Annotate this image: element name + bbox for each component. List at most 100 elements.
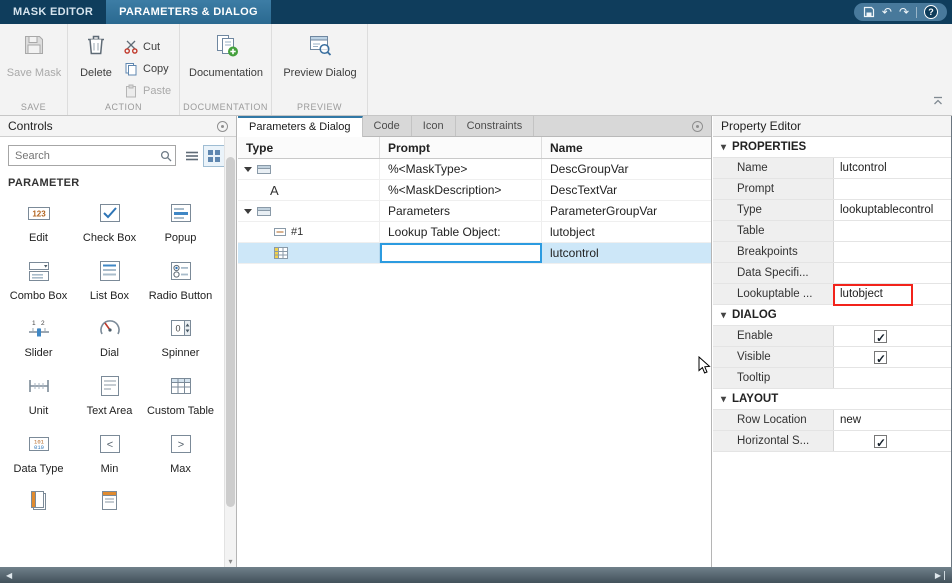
tab-icon[interactable]: Icon [412,116,456,136]
prop-row-row-location[interactable]: Row Location new [713,410,951,431]
name-cell[interactable]: lutobject [542,222,711,242]
delete-button[interactable]: Delete [72,32,120,79]
prompt-cell[interactable]: Lookup Table Object: [380,222,542,242]
control-container-2[interactable] [76,488,144,517]
tree-row-desc-text[interactable]: A %<MaskDescription> DescTextVar [238,180,711,201]
copy-button[interactable]: Copy [124,60,169,77]
documentation-label: Documentation [189,67,263,79]
control-radio-button[interactable]: Radio Button [147,258,215,303]
name-cell[interactable]: lutcontrol [542,243,711,263]
control-data-type[interactable]: 101010 Data Type [5,431,73,476]
prompt-cell[interactable]: Parameters [380,201,542,221]
prop-row-prompt[interactable]: Prompt [713,179,951,200]
scrollbar-thumb[interactable] [226,157,235,507]
prop-row-enable[interactable]: Enable [713,326,951,347]
expand-right-panel-control[interactable]: ▶ [935,571,945,580]
list-box-icon [97,258,123,287]
panel-options-icon[interactable] [692,121,703,132]
save-icon[interactable] [863,6,875,18]
column-header-type[interactable]: Type [238,137,380,158]
cut-icon [124,40,138,54]
prop-row-tooltip[interactable]: Tooltip [713,368,951,389]
prop-value-data-specification[interactable] [834,263,951,283]
prop-value-prompt[interactable] [834,179,951,199]
expander-icon[interactable] [244,167,252,172]
redo-icon[interactable]: ↷ [899,3,909,21]
control-max[interactable]: > Max [147,431,215,476]
section-properties[interactable]: ▾ PROPERTIES [713,137,951,158]
prop-row-name[interactable]: Name lutcontrol [713,158,951,179]
tree-row-lutobject[interactable]: #1 Lookup Table Object: lutobject [238,222,711,243]
prop-value-table[interactable] [834,221,951,241]
prop-value-breakpoints[interactable] [834,242,951,262]
preview-dialog-button[interactable]: Preview Dialog [276,32,364,79]
expander-icon[interactable] [244,209,252,214]
prop-row-visible[interactable]: Visible [713,347,951,368]
tree-row-parameter-group[interactable]: Parameters ParameterGroupVar [238,201,711,222]
help-icon[interactable]: ? [924,5,938,19]
prop-row-table[interactable]: Table [713,221,951,242]
control-check-box[interactable]: Check Box [76,200,144,245]
prompt-cell[interactable]: %<MaskType> [380,159,542,179]
tab-parameters-and-dialog[interactable]: PARAMETERS & DIALOG [106,0,271,24]
control-edit[interactable]: 123 Edit [5,200,73,245]
control-min[interactable]: < Min [76,431,144,476]
prop-row-lookuptable[interactable]: Lookuptable ... lutobject [713,284,951,305]
panel-options-icon[interactable] [217,121,228,132]
tab-code[interactable]: Code [363,116,412,136]
tab-mask-editor[interactable]: MASK EDITOR [0,0,106,24]
prop-row-breakpoints[interactable]: Breakpoints [713,242,951,263]
section-dialog[interactable]: ▾ DIALOG [713,305,951,326]
column-header-name[interactable]: Name [542,137,711,158]
name-cell[interactable]: DescGroupVar [542,159,711,179]
undo-icon[interactable]: ↶ [882,3,892,21]
section-layout[interactable]: ▾ LAYOUT [713,389,951,410]
tree-row-desc-group[interactable]: %<MaskType> DescGroupVar [238,159,711,180]
prop-row-data-specification[interactable]: Data Specifi... [713,263,951,284]
list-view-icon[interactable] [185,150,199,162]
tree-row-lutcontrol[interactable]: lutcontrol [238,243,711,264]
tab-constraints[interactable]: Constraints [456,116,535,136]
control-container-1[interactable] [5,488,73,517]
name-cell[interactable]: DescTextVar [542,180,711,200]
prop-row-type[interactable]: Type lookuptablecontrol [713,200,951,221]
prop-value-row-location[interactable]: new [834,410,951,430]
control-dial[interactable]: Dial [76,315,144,360]
tab-parameters-dialog[interactable]: Parameters & Dialog [238,116,363,137]
control-popup[interactable]: Popup [147,200,215,245]
grid-view-icon[interactable] [203,145,225,167]
paste-icon [124,84,138,98]
slider-icon: 12 [26,315,52,344]
collapse-ribbon-icon[interactable] [932,95,944,109]
control-slider[interactable]: 12 Slider [5,315,73,360]
collapse-left-panel-icon[interactable]: ◀ [6,571,12,580]
property-editor-header: Property Editor [713,116,951,137]
controls-scrollbar[interactable]: ▾ [224,137,236,567]
cut-button[interactable]: Cut [124,38,160,55]
horizontal-stretch-checkbox[interactable] [874,435,887,448]
control-custom-table[interactable]: Custom Table [147,373,215,418]
control-spinner[interactable]: 0 Spinner [147,315,215,360]
collapse-icon: ▾ [721,394,726,405]
control-list-box[interactable]: List Box [76,258,144,303]
preview-dialog-label: Preview Dialog [283,67,356,79]
prop-value-name[interactable]: lutcontrol [834,158,951,178]
prop-value-tooltip[interactable] [834,368,951,388]
visible-checkbox[interactable] [874,351,887,364]
column-header-prompt[interactable]: Prompt [380,137,542,158]
control-text-area[interactable]: Text Area [76,373,144,418]
paste-button[interactable]: Paste [124,82,171,99]
save-mask-button[interactable]: Save Mask [2,32,66,79]
scroll-down-icon[interactable]: ▾ [225,557,236,566]
prompt-cell-editing[interactable] [380,243,542,263]
name-cell[interactable]: ParameterGroupVar [542,201,711,221]
prompt-cell[interactable]: %<MaskDescription> [380,180,542,200]
control-combo-box[interactable]: Combo Box [5,258,73,303]
prop-value-type[interactable]: lookuptablecontrol [834,200,951,220]
prop-value-lookuptable[interactable]: lutobject [834,284,951,304]
search-input[interactable] [8,145,176,166]
documentation-button[interactable]: Documentation [182,32,270,79]
prop-row-horizontal-stretch[interactable]: Horizontal S... [713,431,951,452]
control-unit[interactable]: Unit [5,373,73,418]
enable-checkbox[interactable] [874,330,887,343]
